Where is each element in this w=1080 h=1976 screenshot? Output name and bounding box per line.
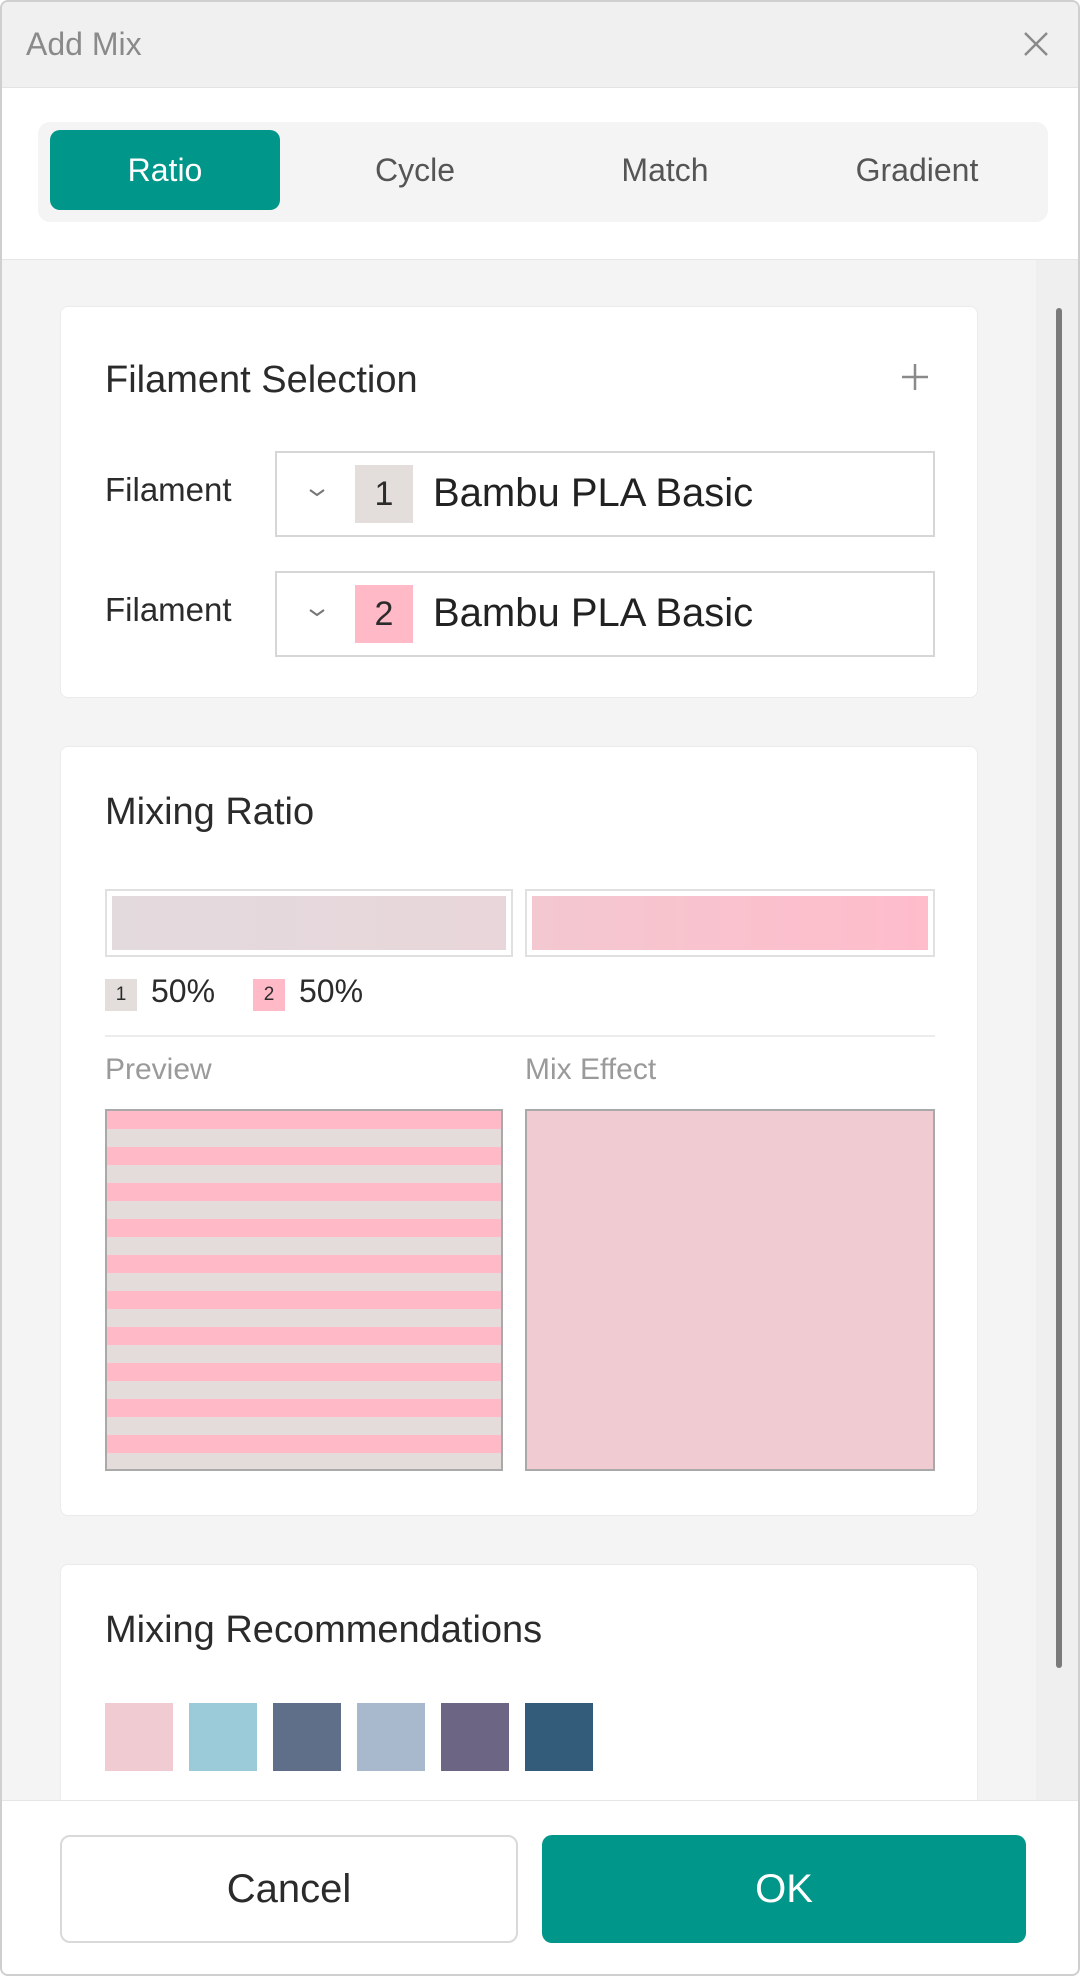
mixing-recommendations-title: Mixing Recommendations <box>105 1609 543 1651</box>
filament-selection-card: Filament Selection Filament 1 Bambu PLA … <box>60 306 978 698</box>
chevron-down-icon <box>309 609 325 617</box>
filament-color-chip: 2 <box>355 585 413 643</box>
ok-button[interactable]: OK <box>542 1835 1026 1943</box>
cancel-button[interactable]: Cancel <box>60 1835 518 1943</box>
tab-gradient[interactable]: Gradient <box>802 130 1032 210</box>
mixing-ratio-card: Mixing Ratio 1 50% 2 50% Preview Mix Eff… <box>60 746 978 1516</box>
dialog-footer: Cancel OK <box>2 1800 1078 1974</box>
tab-bar-area: Ratio Cycle Match Gradient <box>2 88 1078 260</box>
scroll-content: Filament Selection Filament 1 Bambu PLA … <box>2 260 1036 1800</box>
tab-bar: Ratio Cycle Match Gradient <box>38 122 1048 222</box>
filament-select-2[interactable]: 2 Bambu PLA Basic <box>275 571 935 657</box>
filament-label-1: Filament <box>105 471 232 508</box>
add-mix-dialog: Add Mix Ratio Cycle Match Gradient Filam… <box>0 0 1080 1976</box>
ratio-percent-2: 50% <box>299 973 364 1009</box>
filament-name: Bambu PLA Basic <box>433 471 754 515</box>
ratio-fill-2 <box>532 896 928 950</box>
mix-effect-label: Mix Effect <box>525 1053 657 1086</box>
filament-name: Bambu PLA Basic <box>433 591 754 635</box>
dialog-title: Add Mix <box>26 26 142 62</box>
recommendation-swatch[interactable] <box>273 1703 341 1771</box>
divider <box>105 1035 935 1037</box>
chevron-down-icon <box>309 489 325 497</box>
mix-effect-swatch <box>525 1109 935 1471</box>
recommendation-swatch[interactable] <box>357 1703 425 1771</box>
ratio-percent-1: 50% <box>151 973 216 1009</box>
filament-select-1[interactable]: 1 Bambu PLA Basic <box>275 451 935 537</box>
recommendation-swatch[interactable] <box>441 1703 509 1771</box>
scrollbar-thumb[interactable] <box>1056 308 1062 1668</box>
filament-label-2: Filament <box>105 591 232 628</box>
recommendation-swatch[interactable] <box>525 1703 593 1771</box>
ratio-bar-filament-1[interactable] <box>105 889 513 957</box>
tab-ratio[interactable]: Ratio <box>50 130 280 210</box>
close-icon[interactable] <box>1016 24 1056 64</box>
plus-icon[interactable] <box>899 361 931 393</box>
preview-stripes <box>105 1109 503 1471</box>
recommendation-swatch[interactable] <box>105 1703 173 1771</box>
filament-selection-title: Filament Selection <box>105 359 418 401</box>
ratio-bar-filament-2[interactable] <box>525 889 935 957</box>
tab-match[interactable]: Match <box>550 130 780 210</box>
legend-chip-1: 1 <box>105 979 137 1011</box>
legend-chip-2: 2 <box>253 979 285 1011</box>
mixing-recommendations-card: Mixing Recommendations <box>60 1564 978 1800</box>
mixing-ratio-title: Mixing Ratio <box>105 791 315 833</box>
filament-color-chip: 1 <box>355 465 413 523</box>
preview-label: Preview <box>105 1053 212 1086</box>
ratio-fill-1 <box>112 896 506 950</box>
recommendation-swatch[interactable] <box>189 1703 257 1771</box>
tab-cycle[interactable]: Cycle <box>300 130 530 210</box>
title-bar: Add Mix <box>2 2 1078 88</box>
